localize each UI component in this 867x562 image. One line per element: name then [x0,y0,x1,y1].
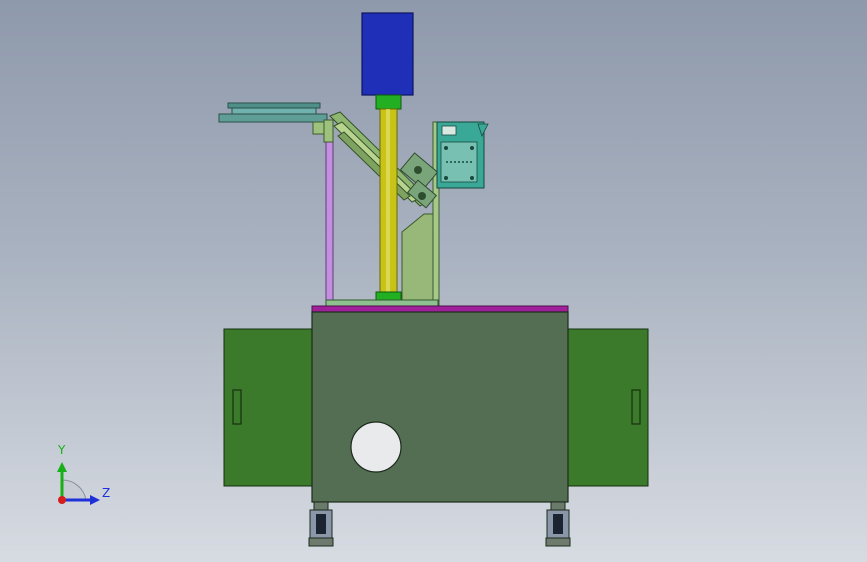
cabinet-body [311,311,569,503]
machine-drawing [57,12,649,547]
right-bracket [401,121,440,307]
coordinate-triad-icon [57,462,100,505]
caster-right [545,501,571,547]
right-door [567,328,649,487]
cad-viewport[interactable]: Y Z [0,0,867,562]
column-base-plate [325,299,439,307]
axis-y-label: Y [58,443,66,457]
feed-tray [218,102,328,123]
servo-motor [361,12,414,96]
top-plate [311,305,569,313]
cabinet-port-hole [350,421,402,473]
support-frame [312,119,334,307]
control-box [436,121,489,189]
caster-left [308,501,334,547]
lift-column [375,94,402,308]
axis-z-label: Z [102,486,111,500]
left-door [223,328,313,487]
